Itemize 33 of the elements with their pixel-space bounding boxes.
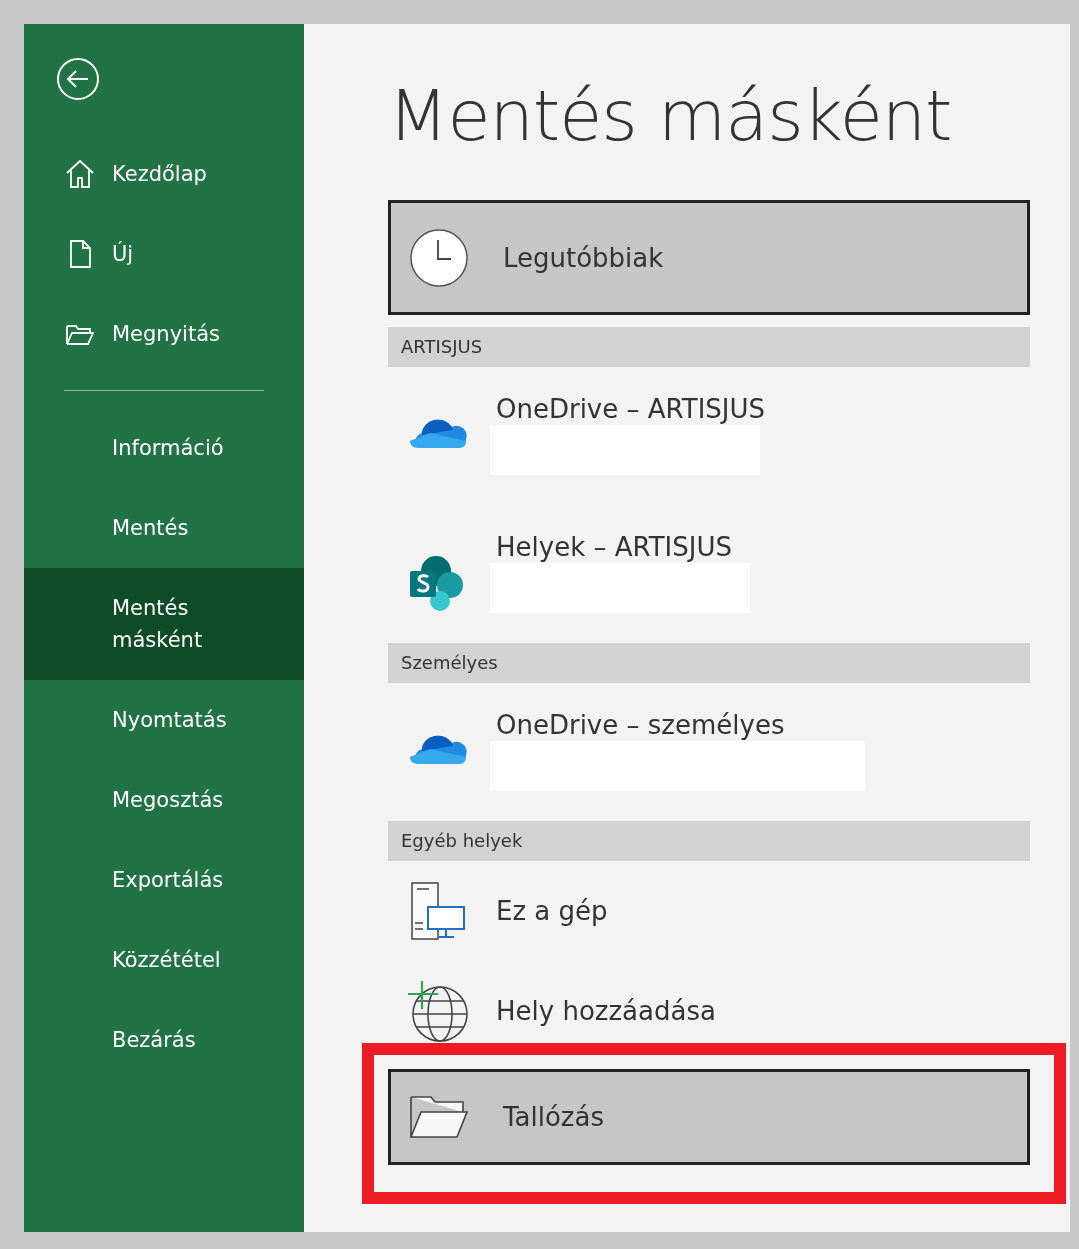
place-name: OneDrive – ARTISJUS: [496, 393, 765, 425]
clock-icon: [409, 227, 469, 288]
globe-plus-icon: [408, 980, 468, 1042]
sidebar-item[interactable]: Megnyitás: [24, 294, 304, 374]
sidebar-item[interactable]: Mentés: [24, 488, 304, 568]
place-item[interactable]: Helyek – ARTISJUS: [388, 505, 1030, 635]
sidebar-item[interactable]: Bezárás: [24, 1000, 304, 1080]
place-name: OneDrive – személyes: [496, 709, 786, 741]
place-item[interactable]: OneDrive – ARTISJUS: [388, 367, 1030, 497]
place-item[interactable]: Hely hozzáadása: [388, 961, 1030, 1061]
sidebar-item[interactable]: Mentés másként: [24, 568, 304, 680]
place-name: Ez a gép: [496, 895, 608, 927]
section-header: ARTISJUS: [388, 327, 1030, 367]
back-button[interactable]: [56, 57, 100, 101]
place-name: Helyek – ARTISJUS: [496, 531, 733, 563]
sidebar-item[interactable]: Megosztás: [24, 760, 304, 840]
section-header: Egyéb helyek: [388, 821, 1030, 861]
computer-icon: [408, 881, 468, 941]
sidebar-item[interactable]: Kezdőlap: [24, 134, 304, 214]
recent-button[interactable]: Legutóbbiak: [388, 200, 1030, 315]
sidebar-item[interactable]: Exportálás: [24, 840, 304, 920]
sidebar-item[interactable]: Közzététel: [24, 920, 304, 1000]
section-header: Személyes: [388, 643, 1030, 683]
folder-icon: [409, 1095, 469, 1139]
home-icon: [64, 158, 96, 190]
place-item[interactable]: Ez a gép: [388, 861, 1030, 961]
browse-button[interactable]: Tallózás: [388, 1069, 1030, 1165]
sidebar-item[interactable]: Információ: [24, 408, 304, 488]
place-name: Hely hozzáadása: [496, 995, 716, 1027]
sidebar-item[interactable]: Új: [24, 214, 304, 294]
page-title: Mentés másként: [388, 74, 953, 159]
sidebar-item[interactable]: Nyomtatás: [24, 680, 304, 760]
place-item[interactable]: OneDrive – személyes: [388, 683, 1030, 813]
